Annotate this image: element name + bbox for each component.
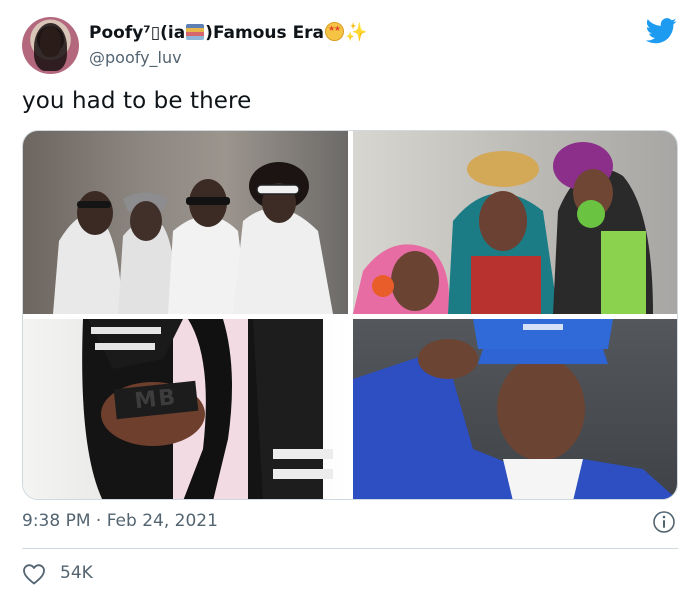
info-icon[interactable] bbox=[652, 510, 676, 534]
media-grid: MB bbox=[22, 130, 678, 500]
group-photo-boys[interactable] bbox=[23, 131, 348, 314]
books-icon bbox=[186, 24, 205, 40]
display-name[interactable]: Poofy⁷▯(ia )Famous Era ✨ bbox=[89, 22, 367, 43]
star-struck-icon bbox=[325, 22, 345, 41]
group-photo-girls[interactable] bbox=[353, 131, 677, 314]
like-count: 54K bbox=[60, 563, 93, 583]
divider bbox=[22, 548, 678, 549]
sparkles-icon: ✨ bbox=[345, 22, 368, 43]
avatar-face bbox=[40, 27, 61, 57]
tweet-timestamp[interactable]: 9:38 PM · Feb 24, 2021 bbox=[22, 511, 218, 531]
boy-with-cap-photo-art bbox=[353, 319, 677, 499]
heart-icon[interactable] bbox=[22, 563, 46, 585]
boy-with-cap-photo[interactable] bbox=[353, 319, 677, 499]
avatar[interactable] bbox=[22, 17, 79, 74]
twitter-logo-icon[interactable] bbox=[646, 18, 677, 44]
tweet-card: Poofy⁷▯(ia )Famous Era ✨ @poofy_luv you ha… bbox=[0, 0, 700, 602]
tweet-text: you had to be there bbox=[22, 88, 252, 114]
group-photo-boys-art bbox=[53, 162, 333, 314]
user-handle[interactable]: @poofy_luv bbox=[89, 48, 182, 67]
display-name-prefix: Poofy⁷▯(ia bbox=[89, 23, 186, 43]
display-name-suffix: )Famous Era bbox=[205, 23, 325, 43]
ring-hand-photo[interactable]: MB bbox=[23, 319, 348, 499]
group-photo-girls-art bbox=[353, 142, 653, 314]
